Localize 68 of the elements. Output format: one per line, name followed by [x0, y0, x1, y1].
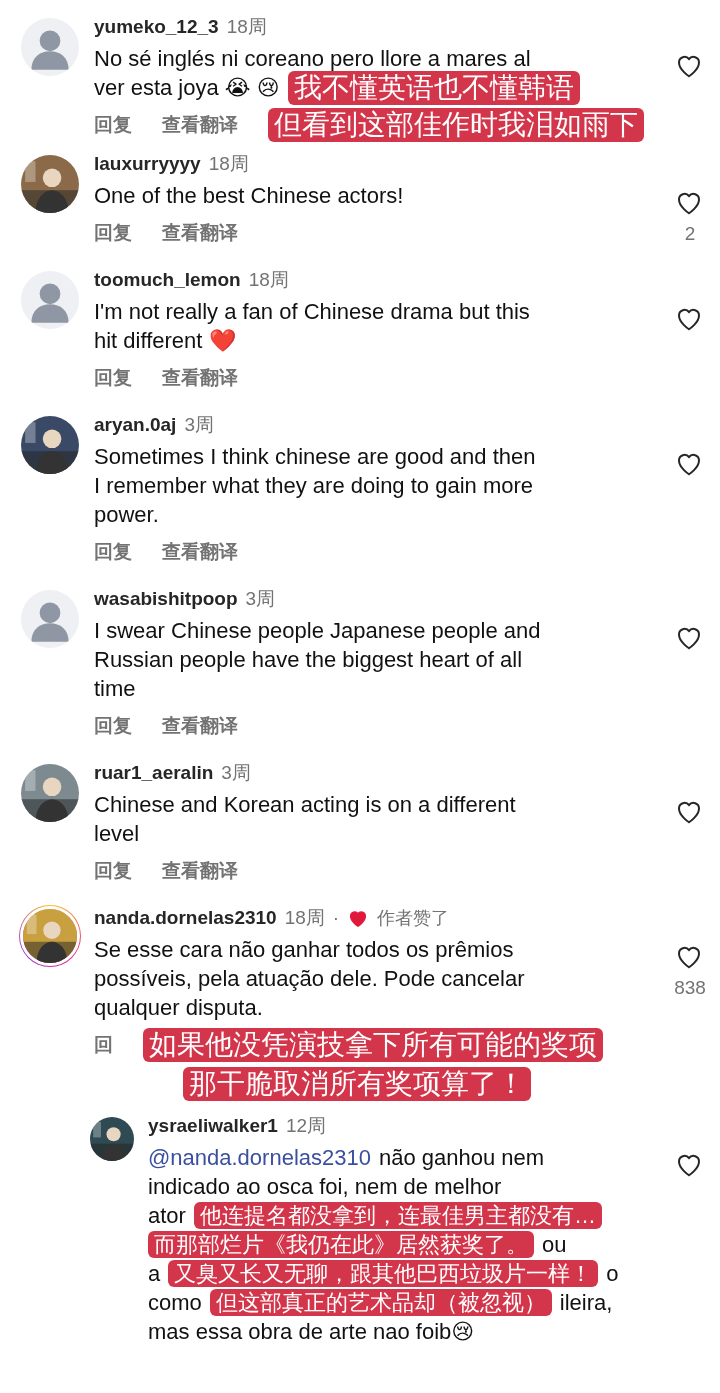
comment-text: ileira, [559, 1289, 613, 1316]
action-link[interactable]: 回复 [94, 364, 132, 391]
comment-text: hit different ❤ [94, 327, 236, 354]
action-link[interactable]: 查看翻译 [162, 111, 238, 138]
comment-text: I remember what they are doing to gain more [94, 472, 533, 499]
subtitle-caption: 又臭又长又无聊，跟其他巴西垃圾片一样！ [168, 1260, 599, 1287]
timestamp: 18周 [226, 15, 267, 39]
action-link[interactable]: 查看翻译 [162, 538, 238, 565]
comment-text: indicado ao osca foi, nem de melhor [148, 1173, 502, 1200]
username[interactable]: lauxurryyyy [94, 153, 201, 175]
username[interactable]: ruar1_aeralin [94, 762, 214, 784]
comment-text: level [94, 820, 140, 847]
subtitle-caption: 但这部真正的艺术品却（被忽视） [209, 1289, 552, 1316]
comment-text: Russian people have the biggest heart of all [94, 646, 523, 673]
comment-text: power. [94, 501, 159, 528]
timestamp: 3周 [184, 413, 214, 437]
comment-text: qualquer disputa. [94, 994, 263, 1021]
subtitle-caption: 那干脆取消所有奖项算了！ [183, 1067, 531, 1101]
action-link[interactable]: 回 [94, 1031, 113, 1058]
action-link[interactable]: 查看翻译 [162, 712, 238, 739]
comment-text: time [94, 675, 136, 702]
username[interactable]: wasabishitpoop [94, 588, 238, 610]
timestamp: 12周 [285, 1114, 327, 1138]
timestamp: 18周 [208, 152, 249, 176]
comment-text: I swear Chinese people Japanese people and [94, 617, 541, 644]
comment-text: a [148, 1260, 161, 1287]
action-link[interactable]: 回复 [94, 712, 132, 739]
comment-text: possíveis, pela atuação dele. Pode cancelar [94, 965, 525, 992]
username[interactable]: ysraeliwalker1 [148, 1115, 278, 1137]
comment-text: One of the best Chinese actors! [94, 182, 404, 209]
comment-text: Se esse cara não ganhar todos os prêmios [94, 936, 514, 963]
action-link[interactable]: 回复 [94, 111, 132, 138]
subtitle-caption: 他连提名都没拿到，连最佳男主都没有… [193, 1202, 602, 1229]
comment-text: I'm not really a fan of Chinese drama but this [94, 298, 530, 325]
action-link[interactable]: 查看翻译 [162, 857, 238, 884]
comment-text: Sometimes I think chinese are good and then [94, 443, 536, 470]
story-ring[interactable] [19, 905, 81, 967]
action-link[interactable]: 回复 [94, 219, 132, 246]
subtitle-caption: 如果他没凭演技拿下所有可能的奖项 [143, 1027, 603, 1062]
username[interactable]: nanda.dornelas2310 [94, 907, 277, 929]
username[interactable]: toomuch_lemon [94, 269, 241, 291]
action-link[interactable]: 查看翻译 [162, 364, 238, 391]
subtitle-caption: 我不懂英语也不懂韩语 [287, 70, 580, 105]
subtitle-caption: 而那部烂片《我仍在此》居然获奖了。 [148, 1231, 534, 1258]
comment-text: ver esta joya 😭 😢 [94, 74, 280, 101]
comment-text: ator [148, 1202, 186, 1229]
mention-link[interactable]: @nanda.dornelas2310 [148, 1144, 371, 1171]
subtitle-caption: 但看到这部佳作时我泪如雨下 [268, 107, 644, 142]
action-link[interactable]: 回复 [94, 538, 132, 565]
action-link[interactable]: 查看翻译 [162, 219, 238, 246]
action-link[interactable]: 回复 [94, 857, 132, 884]
comment-text: ou [542, 1231, 567, 1258]
comment-text: não ganhou nem [378, 1144, 545, 1171]
comment-text: como [148, 1289, 202, 1316]
author-liked-label: 作者赞了 [377, 907, 450, 930]
comment-text: Chinese and Korean acting is on a different [94, 791, 516, 818]
timestamp: 3周 [221, 761, 251, 785]
comment-text: o [606, 1260, 619, 1287]
timestamp: 18周 [284, 906, 325, 930]
separator-dot: · [332, 907, 340, 929]
comment-text: No sé inglés ni coreano pero llore a mares al [94, 45, 531, 72]
like-count: 838 [674, 977, 706, 999]
comment-text: mas essa obra de arte nao foib😢 [148, 1318, 475, 1345]
username[interactable]: aryan.0aj [94, 414, 177, 436]
timestamp: 18周 [248, 268, 289, 292]
like-count: 2 [684, 223, 696, 245]
timestamp: 3周 [245, 587, 276, 611]
username[interactable]: yumeko_12_3 [94, 16, 219, 38]
